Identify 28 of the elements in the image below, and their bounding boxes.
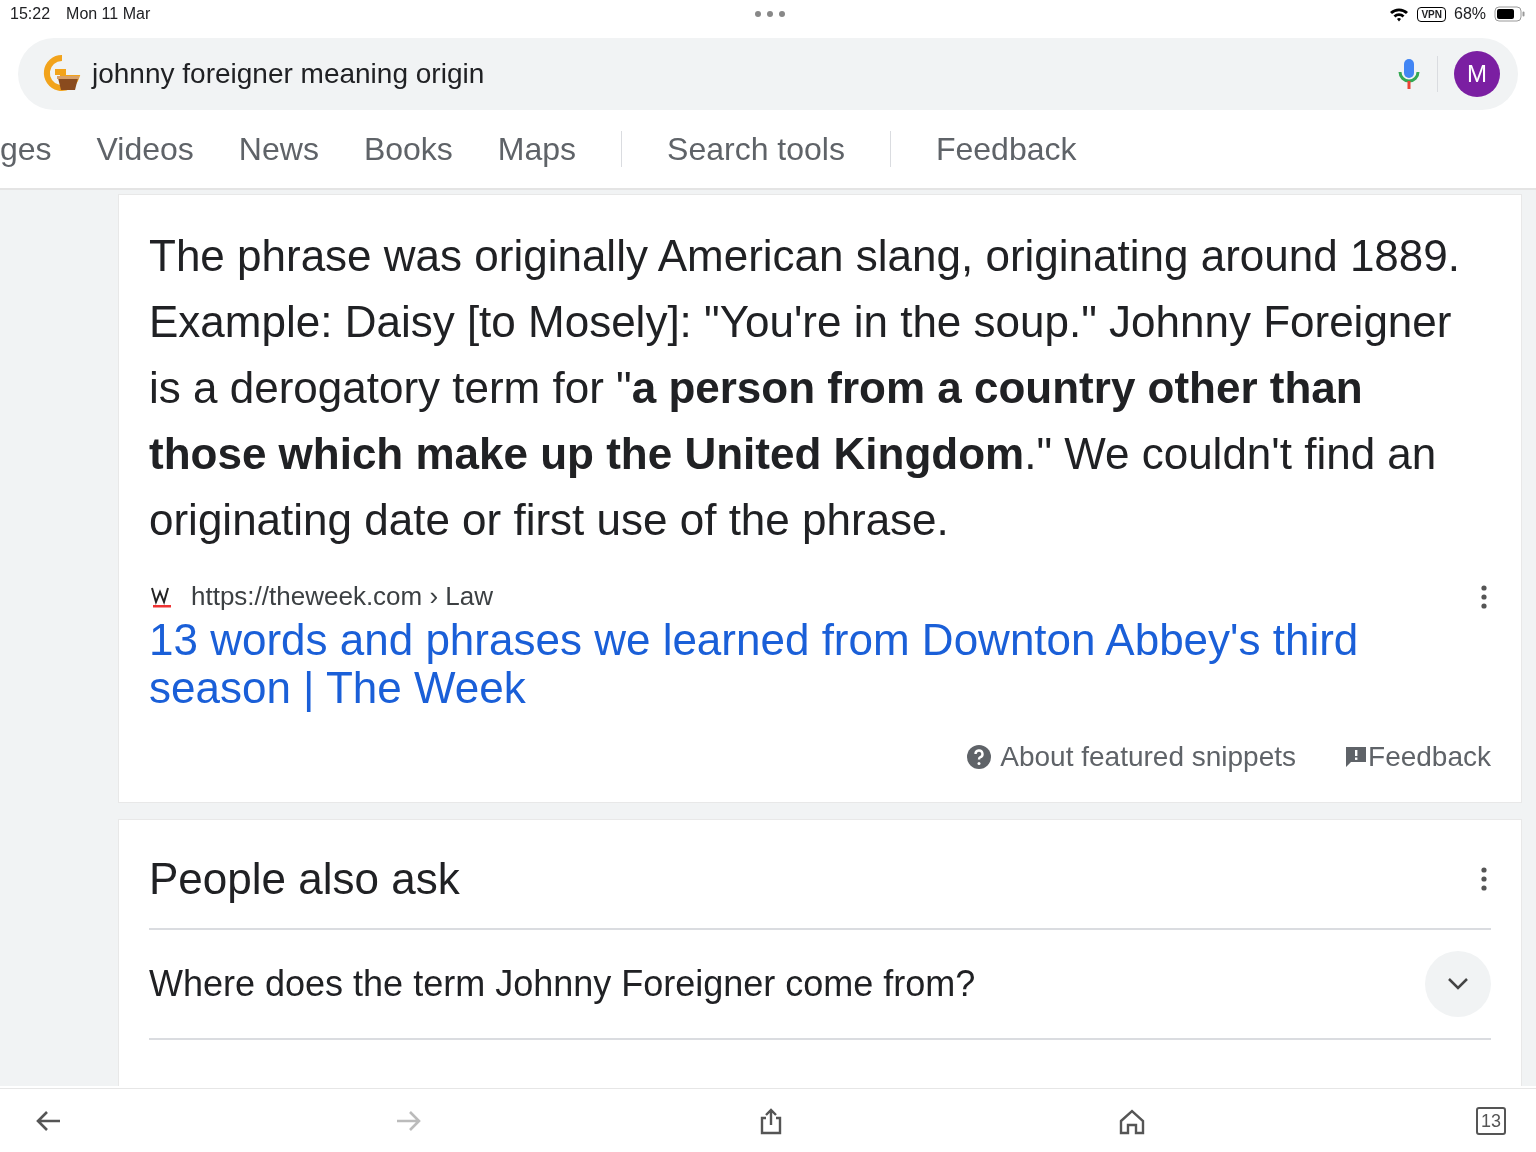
tab-link[interactable]: Maps (497, 125, 577, 173)
tab-link[interactable]: News (238, 125, 319, 173)
status-time: 15:22 (10, 4, 51, 24)
microphone-icon[interactable] (1397, 57, 1421, 91)
tool-link[interactable]: Search tools (667, 125, 845, 173)
source-url: https://theweek.com › Law (191, 580, 495, 613)
help-icon[interactable] (966, 744, 993, 770)
wifi-icon (1389, 6, 1410, 22)
battery-icon (1494, 6, 1526, 22)
snippet-text: The phrase was originally American slang, originating around 1889. Example: Daisy [to Mosely]: "You're in the soup." Johnny Foreigner is a derogatory term for "a person from a country other than those which make up the United Kingdom." We couldn't find an originating date or first use of the phrase. (149, 230, 1461, 546)
result-title-link[interactable]: 13 words and phrases we learned from Downton Abbey's third season | The Week (149, 616, 1491, 712)
avatar[interactable]: M (1454, 51, 1500, 97)
tool-link[interactable]: Feedback (935, 125, 1077, 173)
vpn-badge: VPN (1417, 6, 1446, 22)
battery-percent: 68% (1454, 4, 1486, 24)
tab-link[interactable]: Books (363, 125, 453, 173)
question-row[interactable]: Where does the term Johnny Foreigner come from? (149, 928, 1491, 1038)
about-link[interactable]: About featured snippets (1000, 736, 1297, 778)
search-field[interactable]: johnny foreigner meaning origin M (18, 38, 1518, 110)
feedback-icon[interactable] (1344, 745, 1369, 769)
status-date: Mon 11 Mar (66, 4, 151, 24)
tab-count-button[interactable]: 13 (1475, 1106, 1506, 1135)
question-text: Where does the term Johnny Foreigner come from? (149, 962, 977, 1006)
tab-link[interactable]: Videos (96, 125, 194, 173)
more-icon[interactable] (753, 10, 786, 18)
feedback-link[interactable]: Feedback (1368, 736, 1491, 778)
section-heading: People also ask (149, 853, 461, 905)
tab-link[interactable]: ges (0, 125, 52, 173)
